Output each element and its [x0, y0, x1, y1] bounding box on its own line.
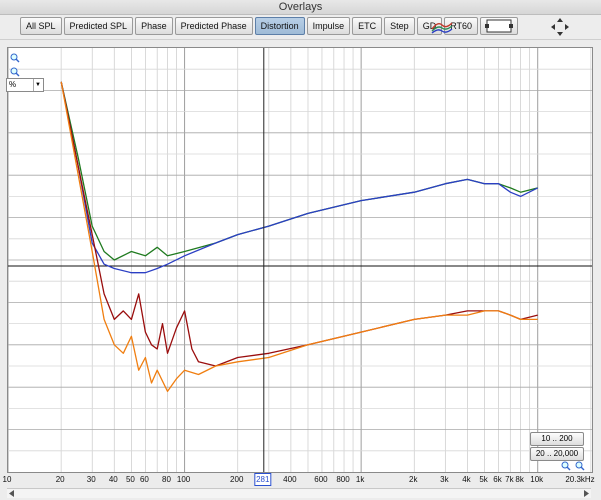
x-tick-label: 80 — [162, 475, 171, 484]
unit-select[interactable]: % ▼ — [6, 78, 44, 92]
x-tick-label: 20.3kHz — [565, 475, 595, 484]
window-layout-icon[interactable] — [484, 17, 514, 35]
x-tick-label: 5k — [479, 475, 488, 484]
plot-area[interactable]: 10 .. 200 20 .. 20,000 — [7, 47, 593, 473]
x-tick-label: 60 — [139, 475, 149, 484]
toolbar: All SPL Predicted SPL Phase Predicted Phase… — [0, 15, 601, 40]
x-tick-label: 6k — [493, 475, 502, 484]
window-titlebar: Overlays — [0, 0, 601, 15]
range-20-20000-button[interactable]: 20 .. 20,000 — [530, 447, 584, 461]
window-title: Overlays — [278, 1, 323, 13]
tab-predicted-spl[interactable]: Predicted SPL — [63, 17, 134, 35]
x-zoom-in-icon[interactable] — [561, 461, 571, 471]
zoom-in-icon[interactable] — [10, 53, 20, 63]
x-tick-label: 800 — [336, 475, 350, 484]
x-tick-label: 200 — [230, 475, 244, 484]
x-tick-label: 10k — [530, 475, 544, 484]
overlay-curves-icon[interactable] — [430, 17, 454, 35]
x-tick-label: 7k — [505, 475, 514, 484]
zoom-out-icon[interactable] — [10, 67, 20, 77]
x-zoom-out-icon[interactable] — [575, 461, 585, 471]
x-tick-label: 3k — [440, 475, 449, 484]
x-tick-label: 600 — [314, 475, 328, 484]
x-axis: 10 20 30 40 50 60 80 100 200 400 600 800 1k 2k 3k 4k 5k 6… — [0, 473, 601, 487]
x-tick-label: 1k — [355, 475, 365, 484]
x-tick-label: 4k — [462, 475, 471, 484]
tab-phase[interactable]: Phase — [135, 17, 173, 35]
x-tick-label: 50 — [125, 475, 135, 484]
x-tick-label: 30 — [86, 475, 96, 484]
x-tick-label: 20 — [55, 475, 65, 484]
x-tick-label: 40 — [108, 475, 118, 484]
x-tick-label: 10 — [2, 475, 12, 484]
x-tick-label: 100 — [176, 475, 191, 484]
series-line-blue — [60, 81, 538, 274]
tab-all-spl[interactable]: All SPL — [20, 17, 62, 35]
horizontal-scrollbar[interactable] — [7, 488, 591, 498]
tab-step[interactable]: Step — [384, 17, 415, 35]
y-axis-strip — [0, 47, 7, 471]
tab-distortion[interactable]: Distortion — [254, 17, 305, 35]
scroll-right-icon[interactable] — [582, 490, 590, 497]
x-tick-label: 400 — [283, 475, 297, 484]
tab-impulse[interactable]: Impulse — [306, 17, 351, 35]
distortion-chart — [8, 48, 592, 472]
series-line-green — [60, 81, 538, 261]
x-tick-label: 8k — [515, 475, 524, 484]
tab-etc[interactable]: ETC — [352, 17, 383, 35]
cursor-frequency-readout[interactable]: 281 — [254, 473, 272, 486]
move-arrows-icon[interactable] — [550, 17, 570, 37]
range-10-200-button[interactable]: 10 .. 200 — [530, 432, 584, 446]
chevron-down-icon: ▼ — [33, 79, 42, 91]
tab-predicted-phase[interactable]: Predicted Phase — [174, 17, 253, 35]
unit-select-value: % — [9, 80, 17, 89]
x-tick-label: 2k — [409, 475, 418, 484]
scroll-left-icon[interactable] — [8, 490, 16, 497]
